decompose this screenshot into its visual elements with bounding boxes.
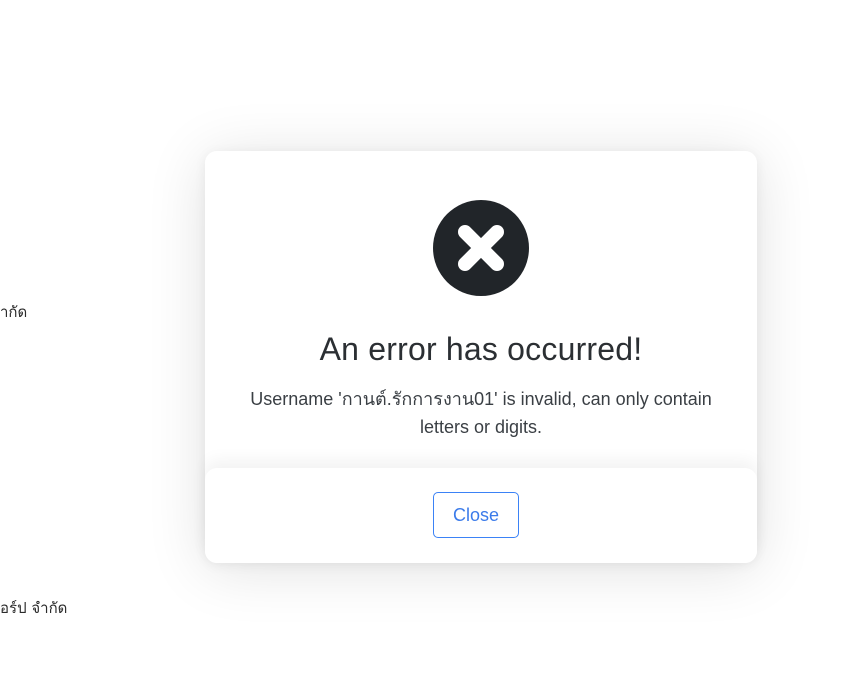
background-text: อร์ป จำกัด	[0, 599, 68, 617]
error-dialog: An error has occurred! Username 'กานต์.ร…	[205, 151, 757, 563]
error-x-circle-icon	[433, 200, 529, 296]
close-button[interactable]: Close	[433, 492, 519, 538]
background-text: ากัด	[0, 303, 28, 321]
dialog-footer: Close	[205, 468, 757, 563]
dialog-message: Username 'กานต์.รักการงาน01' is invalid,…	[250, 389, 712, 437]
page: ากัด อร์ป จำกัด An error has occurred! U…	[0, 0, 846, 692]
dialog-body: An error has occurred! Username 'กานต์.ร…	[205, 151, 757, 481]
dialog-title: An error has occurred!	[319, 331, 643, 367]
